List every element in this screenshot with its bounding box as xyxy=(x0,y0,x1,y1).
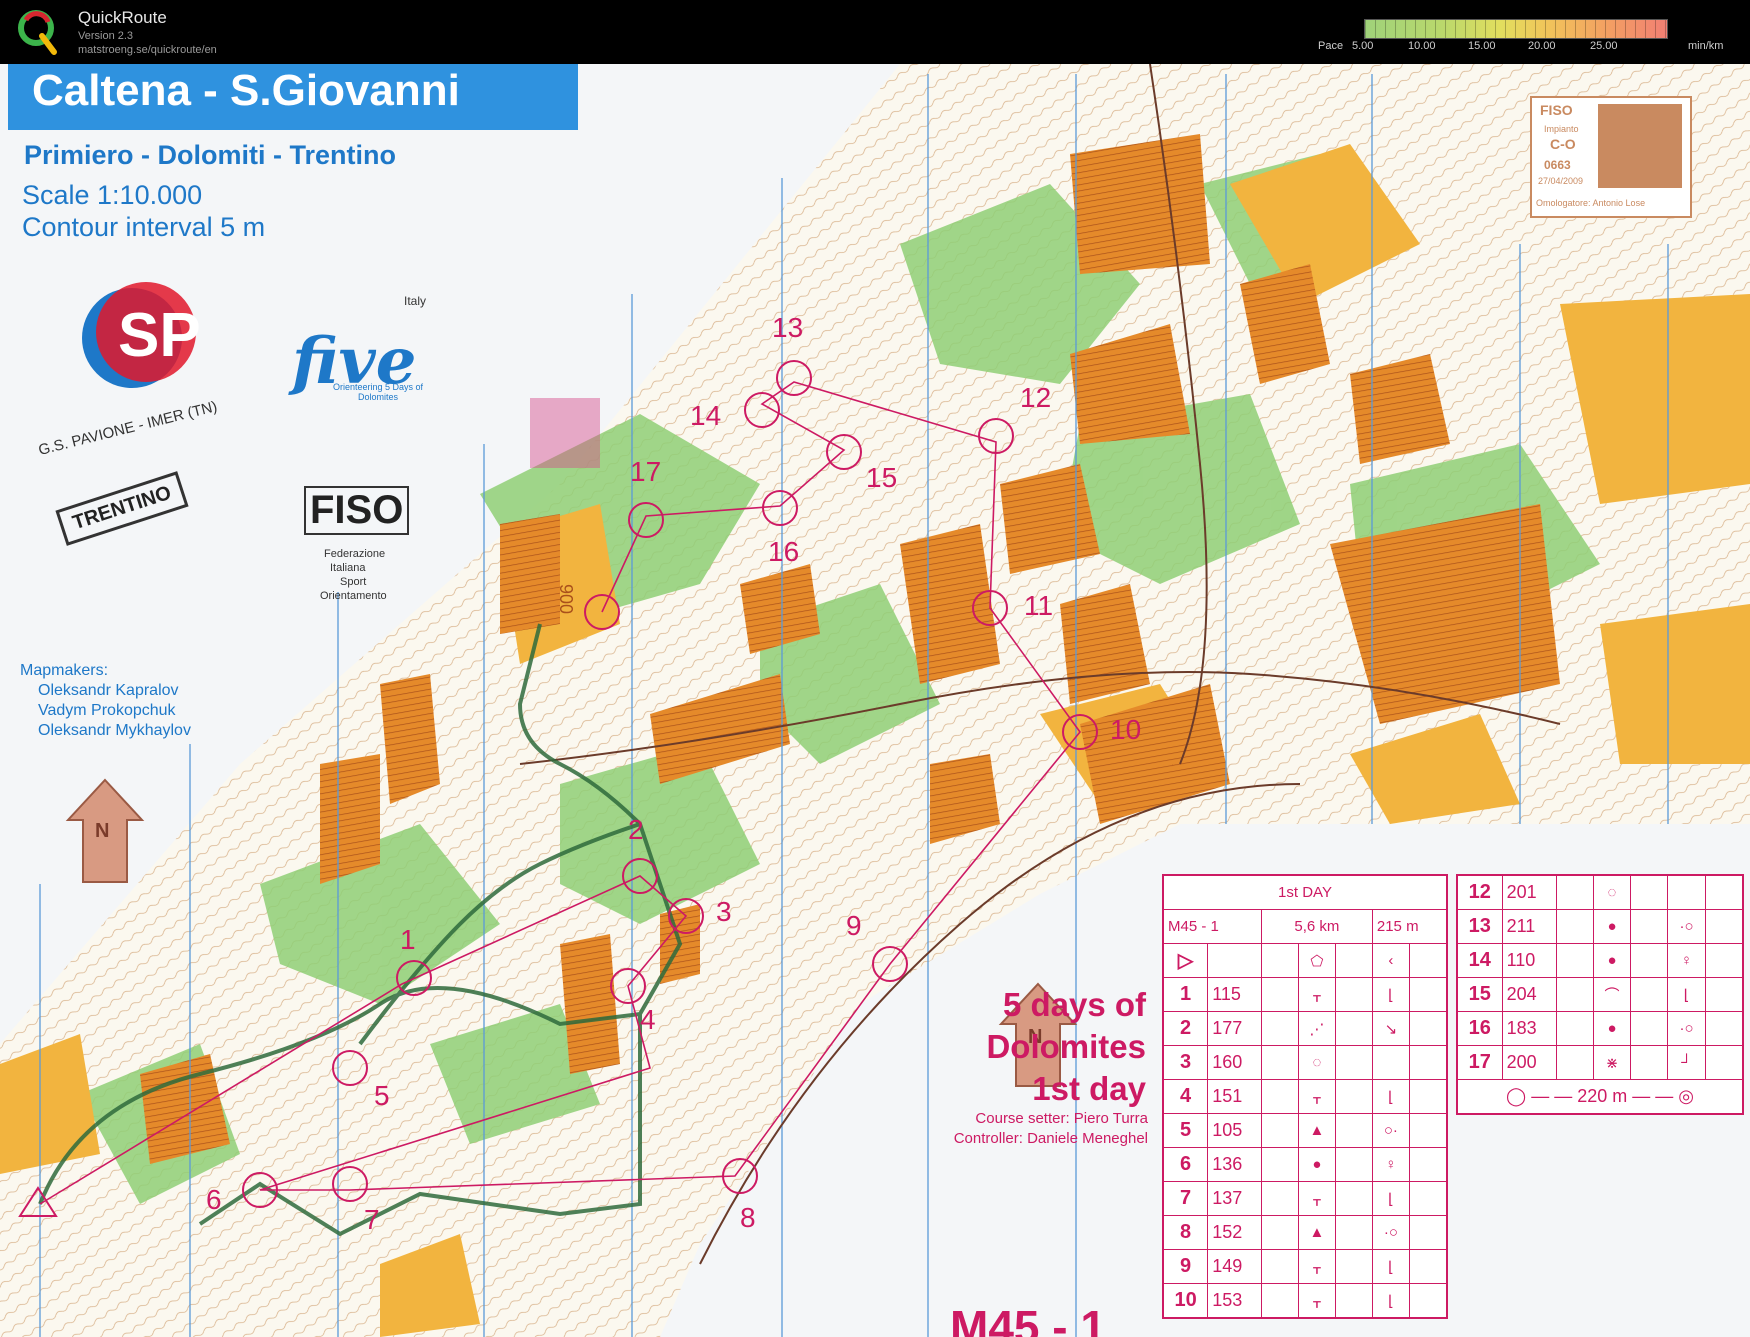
control-number: 10 xyxy=(1110,714,1142,745)
stamp-label: Impianto xyxy=(1544,124,1579,134)
map-region: Primiero - Dolomiti - Trentino xyxy=(24,140,397,170)
mapmakers-label: Mapmakers: xyxy=(20,662,109,679)
control-number: 17 xyxy=(630,456,662,487)
control-number: 3 xyxy=(716,896,732,927)
desc-day: 1st DAY xyxy=(1162,874,1448,910)
fiso-line: Federazione xyxy=(324,548,386,560)
table-row: 7 137 ᚁ ⌊ xyxy=(1162,1181,1448,1216)
table-row: 10 153 ᚁ ⌊ xyxy=(1162,1283,1448,1319)
control-number: 11 xyxy=(1024,590,1054,621)
desc-climb: 215 m xyxy=(1371,909,1448,944)
table-row: 5 105 ▲ ○· xyxy=(1162,1113,1448,1148)
control-number: 9 xyxy=(846,910,862,941)
app-version: Version 2.3 xyxy=(78,30,134,42)
control-number: 5 xyxy=(374,1080,390,1111)
quickroute-window: QuickRoute Version 2.3 matstroeng.se/qui… xyxy=(0,0,1750,1337)
control-number: 16 xyxy=(768,536,800,567)
start-icon: ▷ xyxy=(1162,943,1209,978)
pace-tick: 15.00 xyxy=(1468,40,1496,52)
italy-map-icon xyxy=(1598,104,1682,188)
table-row: 1 115 ᚁ ⌊ xyxy=(1162,977,1448,1012)
control-number: 7 xyxy=(364,1204,380,1235)
control-number: 6 xyxy=(206,1184,222,1215)
table-row: 9 149 ᚁ ⌊ xyxy=(1162,1249,1448,1284)
finish-distance: ◯ — — 220 m — — ◎ xyxy=(1456,1079,1744,1115)
control-number: 4 xyxy=(640,1004,656,1035)
table-row: 4 151 ᚁ ⌊ xyxy=(1162,1079,1448,1114)
map-terrain: 900 xyxy=(0,64,1750,1337)
map-title-banner: Caltena - S.Giovanni xyxy=(8,64,578,130)
event-line: Dolomites xyxy=(986,1028,1146,1065)
stamp-date: 27/04/2009 xyxy=(1538,176,1584,186)
pace-unit: min/km xyxy=(1688,40,1724,52)
fiso-line: Orientamento xyxy=(320,590,387,602)
quickroute-logo-icon xyxy=(18,10,57,55)
controller: Controller: Daniele Meneghel xyxy=(953,1130,1148,1147)
pace-tick: 5.00 xyxy=(1352,40,1374,52)
map-scale: Scale 1:10.000 xyxy=(22,180,203,210)
table-row: 8 152 ▲ ·○ xyxy=(1162,1215,1448,1250)
pace-tick: 25.00 xyxy=(1590,40,1618,52)
control-number: 2 xyxy=(628,814,644,845)
course-title: M45 - 1 xyxy=(950,1301,1106,1337)
stamp-org: FISO xyxy=(1540,102,1573,118)
pace-tick: 10.00 xyxy=(1408,40,1436,52)
mapmaker-name: Oleksandr Kapralov xyxy=(38,682,179,699)
control-description-table-2: 12 201 ◌ 13 211 ● ·○ 14 110 ● ♀ 15 204 ⌒ ⌊ 16 183 ● ·○… xyxy=(1456,874,1744,1115)
fiso-logo: FISO xyxy=(304,486,410,535)
event-line: 1st day xyxy=(1032,1070,1146,1107)
pace-label: Pace xyxy=(1318,40,1344,52)
svg-text:SP: SP xyxy=(118,301,201,370)
table-row: 13 211 ● ·○ xyxy=(1456,909,1744,944)
table-row: 2 177 ⋰ ↘ xyxy=(1162,1011,1448,1046)
control-number: 1 xyxy=(400,924,416,955)
table-row: 3 160 ◌ xyxy=(1162,1045,1448,1080)
desc-length: 5,6 km xyxy=(1260,909,1373,944)
table-row: 15 204 ⌒ ⌊ xyxy=(1456,977,1744,1012)
map-title: Caltena - S.Giovanni xyxy=(32,66,460,115)
table-row: 16 183 ● ·○ xyxy=(1456,1011,1744,1046)
control-number: 13 xyxy=(772,312,804,343)
pace-tick: 20.00 xyxy=(1528,40,1556,52)
control-number: 15 xyxy=(866,462,898,493)
pace-color-scale[interactable] xyxy=(1364,19,1668,39)
app-url-link[interactable]: matstroeng.se/quickroute/en xyxy=(78,44,217,56)
course-setter: Course setter: Piero Turra xyxy=(975,1110,1148,1127)
five-tagline: Orienteering 5 Days of Dolomites xyxy=(332,382,424,402)
table-row: 17 200 ⋇ ┘ xyxy=(1456,1045,1744,1080)
mapmaker-name: Vadym Prokopchuk xyxy=(38,702,176,719)
spot-height: 900 xyxy=(556,584,576,614)
finish-distance-value: 220 m xyxy=(1577,1086,1628,1106)
app-header: QuickRoute Version 2.3 matstroeng.se/qui… xyxy=(0,0,1750,64)
control-number: 14 xyxy=(690,400,722,431)
app-title: QuickRoute xyxy=(78,8,167,27)
table-row: 12 201 ◌ xyxy=(1456,874,1744,910)
stamp-class: C-O xyxy=(1550,136,1576,152)
map-contour-interval: Contour interval 5 m xyxy=(22,212,266,242)
fiso-line: Italiana xyxy=(330,562,366,574)
five-country: Italy xyxy=(404,294,427,308)
north-label: N xyxy=(95,820,110,842)
control-number: 8 xyxy=(740,1202,756,1233)
event-line: 5 days of xyxy=(1002,986,1146,1023)
mapmaker-name: Oleksandr Mykhaylov xyxy=(38,722,191,739)
fiso-line: Sport xyxy=(340,576,367,588)
control-description-table: 1st DAY M45 - 1 5,6 km 215 m ▷ ⬠ ‹ 1 115 ᚁ ⌊ … xyxy=(1162,874,1448,1319)
table-row: 6 136 ● ♀ xyxy=(1162,1147,1448,1182)
stamp-number: 0663 xyxy=(1544,158,1571,172)
fiso-approval-stamp: FISO Impianto C-O 0663 27/04/2009 Omolog… xyxy=(1530,96,1692,218)
table-row: 14 110 ● ♀ xyxy=(1456,943,1744,978)
stamp-approver: Omologatore: Antonio Lose xyxy=(1536,198,1646,208)
orienteering-map[interactable]: 900 Caltena - S.Giovanni Primiero - Dolo… xyxy=(0,64,1750,1337)
desc-course: M45 - 1 xyxy=(1162,909,1262,944)
control-number: 12 xyxy=(1020,382,1052,413)
